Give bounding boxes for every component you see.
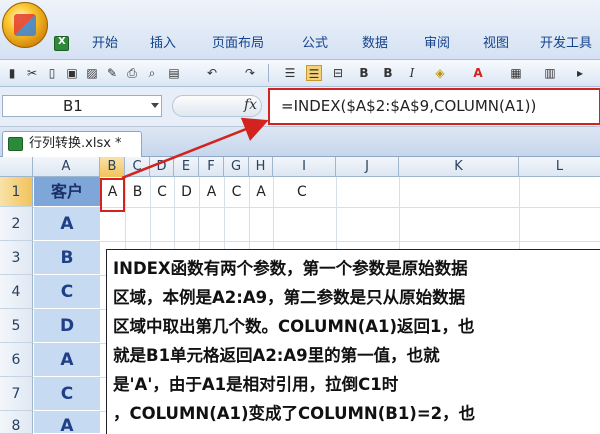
note-line: ，COLUMN(A1)变成了COLUMN(B1)=2，也 bbox=[113, 404, 476, 423]
note-line: 是'A'，由于A1是相对引用，拉倒C1时 bbox=[113, 375, 399, 394]
note-line: 就是B1单元格返回A2:A9里的第一值，也就 bbox=[113, 346, 440, 365]
note-line: INDEX函数有两个参数，第一个参数是原始数据 bbox=[113, 259, 468, 278]
note-line: 区域中取出第几个数。COLUMN(A1)返回1，也 bbox=[113, 317, 475, 336]
explanation-note: INDEX函数有两个参数，第一个参数是原始数据 区域，本例是A2:A9，第二参数… bbox=[106, 249, 600, 434]
note-line: 区域，本例是A2:A9，第二参数是只从原始数据 bbox=[113, 288, 466, 307]
